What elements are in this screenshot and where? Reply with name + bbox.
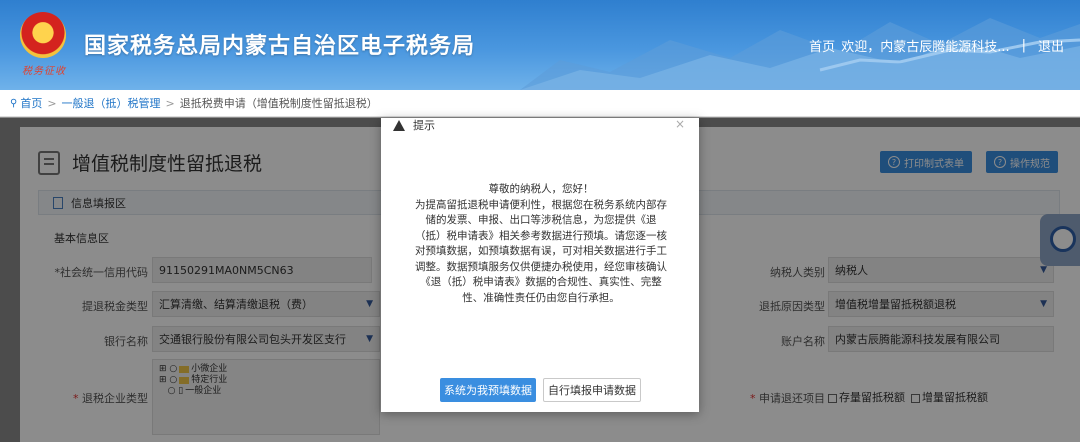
system-prefill-button[interactable]: 系统为我预填数据 [440, 378, 536, 402]
warning-icon [393, 119, 405, 131]
dialog-body-text: 为提高留抵退税申请便利性，根据您在税务系统内部存储的发票、申报、出口等涉税信息，… [415, 198, 667, 304]
nav-separator: | [1021, 38, 1026, 53]
dialog-header: 提示 [393, 118, 435, 132]
nav-home-link[interactable]: 首页 [809, 36, 835, 55]
emblem-script-text: 税务征收 [22, 66, 66, 77]
breadcrumb-home[interactable]: 首页 [20, 95, 42, 111]
breadcrumb-arrow-icon: > [165, 96, 175, 110]
breadcrumb-arrow-icon: > [47, 96, 57, 110]
manual-fill-button[interactable]: 自行填报申请数据 [543, 378, 641, 402]
top-nav: 首页 欢迎，内蒙古辰腾能源科技... | 退出 [809, 36, 1064, 55]
notice-dialog: 提示 × 尊敬的纳税人，您好！ 为提高留抵退税申请便利性，根据您在税务系统内部存… [381, 118, 699, 412]
tax-emblem-icon [20, 12, 66, 58]
nav-welcome-user[interactable]: 欢迎，内蒙古辰腾能源科技... [841, 36, 1009, 55]
location-pin-icon: ⚲ [10, 97, 18, 109]
breadcrumb: ⚲ 首页 > 一般退（抵）税管理 > 退抵税费申请（增值税制度性留抵退税） [0, 90, 1080, 117]
dialog-message: 尊敬的纳税人，您好！ 为提高留抵退税申请便利性，根据您在税务系统内部存储的发票、… [415, 182, 667, 306]
nav-logout-link[interactable]: 退出 [1038, 36, 1064, 55]
site-header: 税务征收 国家税务总局内蒙古自治区电子税务局 首页 欢迎，内蒙古辰腾能源科技..… [0, 0, 1080, 90]
close-icon[interactable]: × [675, 118, 685, 130]
dialog-title: 提示 [413, 119, 435, 132]
site-title: 国家税务总局内蒙古自治区电子税务局 [84, 34, 476, 59]
dialog-greeting: 尊敬的纳税人，您好！ [488, 183, 594, 195]
breadcrumb-level1[interactable]: 一般退（抵）税管理 [62, 95, 161, 111]
breadcrumb-current: 退抵税费申请（增值税制度性留抵退税） [179, 97, 378, 110]
